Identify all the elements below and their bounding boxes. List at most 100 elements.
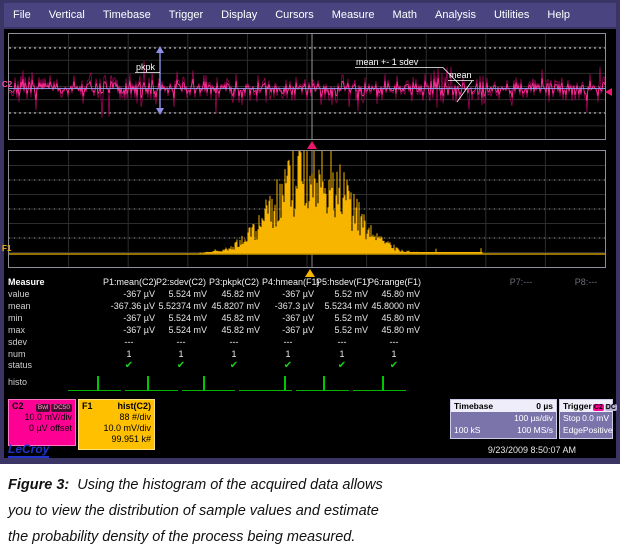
measure-row-label-status: status	[8, 360, 32, 370]
trigger-position-marker-icon[interactable]	[307, 141, 317, 149]
measure-cell-sdev-p1: ---	[103, 337, 155, 347]
svg-text:pkpk: pkpk	[136, 62, 156, 72]
c2-box-label: C2	[12, 401, 24, 412]
menu-item-display[interactable]: Display	[212, 9, 266, 21]
measure-cell-min-p6: 45.80 mV	[368, 313, 420, 323]
measure-cell-min-p1: -367 µV	[103, 313, 155, 323]
menu-item-help[interactable]: Help	[538, 9, 579, 21]
measure-cell-min-p3: 45.82 mV	[208, 313, 260, 323]
measure-row-label-histo: histo	[8, 377, 27, 387]
timebase-delay: 0 µs	[536, 401, 553, 411]
measure-column-header-p2: P2:sdev(C2)	[155, 277, 207, 287]
measure-cell-value-p5: 5.52 mV	[316, 289, 368, 299]
trigger-source-badge: C2	[593, 404, 604, 411]
histicon-p1	[68, 376, 121, 391]
c2-descriptor-box[interactable]: C2 BwlDC50 10.0 mV/div 0 µV offset	[8, 399, 76, 446]
trigger-mode: Stop	[563, 412, 581, 424]
menu-item-file[interactable]: File	[4, 9, 40, 21]
menu-item-trigger[interactable]: Trigger	[160, 9, 212, 21]
f1-events-div: 88 #/div	[82, 412, 151, 423]
measure-cell-min-p2: 5.524 mV	[155, 313, 207, 323]
trigger-title: Trigger	[563, 401, 592, 411]
trigger-box[interactable]: Trigger C2DC Stop 0.0 mV Edge Positive	[559, 399, 613, 439]
measure-cell-max-p4: -367 µV	[262, 325, 314, 335]
figure-caption-line3: the probability density of the process b…	[8, 524, 620, 548]
measure-cell-max-p5: 5.52 mV	[316, 325, 368, 335]
measure-row-label-max: max	[8, 325, 25, 335]
measure-cell-sdev-p6: ---	[368, 337, 420, 347]
c2-offset: 0 µV offset	[12, 423, 72, 434]
measure-column-header-p5: P5:hsdev(F1)	[316, 277, 368, 287]
figure-caption-line1: Using the histogram of the acquired data…	[77, 477, 382, 493]
status-check-icon-p1: ✔	[103, 360, 155, 371]
menu-item-timebase[interactable]: Timebase	[94, 9, 160, 21]
coupling-badge: DC50	[51, 404, 72, 412]
measure-cell-max-p3: 45.82 mV	[208, 325, 260, 335]
histicon-p2	[125, 376, 178, 391]
measure-cell-num-p1: 1	[103, 349, 155, 359]
timebase-box[interactable]: Timebase 0 µs 100 µs/div 100 kS 100 MS/s	[450, 399, 557, 439]
measure-column-header-p8: P8:---	[564, 277, 608, 287]
f1-descriptor-box[interactable]: F1 hist(C2) 88 #/div 10.0 mV/div 99.951 …	[78, 399, 155, 450]
c2-level-marker-icon[interactable]	[605, 88, 612, 96]
figure-caption-line2: you to view the distribution of sample v…	[8, 498, 620, 524]
measure-cell-mean-p4: -367.3 µV	[262, 301, 314, 311]
c2-noise-trace: pkpkmean +- 1 sdevmean	[9, 34, 605, 139]
menu-item-measure[interactable]: Measure	[323, 9, 384, 21]
measure-column-header-p1: P1:mean(C2)	[103, 277, 155, 287]
scope-screen: pkpkmean +- 1 sdevmean C2 F1 Measurevalu…	[4, 29, 616, 458]
measure-column-header-p4: P4:hmean(F1)	[262, 277, 314, 287]
menu-item-vertical[interactable]: Vertical	[40, 9, 94, 21]
measure-cell-sdev-p2: ---	[155, 337, 207, 347]
f1-box-function: hist(C2)	[118, 401, 152, 412]
measure-cell-value-p1: -367 µV	[103, 289, 155, 299]
measure-cell-num-p4: 1	[262, 349, 314, 359]
f1-channel-marker[interactable]: F1	[2, 244, 11, 253]
histicon-p3	[182, 376, 235, 391]
measure-cell-max-p2: 5.524 mV	[155, 325, 207, 335]
c2-box-badges: BwlDC50	[35, 401, 72, 412]
trigger-slope: Positive	[583, 424, 613, 436]
timestamp: 9/23/2009 8:50:07 AM	[488, 445, 576, 455]
status-check-icon-p5: ✔	[316, 360, 368, 371]
menu-item-utilities[interactable]: Utilities	[485, 9, 538, 21]
measure-cell-value-p3: 45.82 mV	[208, 289, 260, 299]
histicon-p4	[239, 376, 292, 391]
menu-item-cursors[interactable]: Cursors	[266, 9, 323, 21]
measure-cell-sdev-p5: ---	[316, 337, 368, 347]
measure-cell-value-p4: -367 µV	[262, 289, 314, 299]
screenshot-root: FileVerticalTimebaseTriggerDisplayCursor…	[0, 0, 620, 548]
status-check-icon-p2: ✔	[155, 360, 207, 371]
c2-waveform-grid[interactable]: pkpkmean +- 1 sdevmean	[8, 33, 606, 140]
measure-cell-mean-p2: 5.52374 mV	[155, 301, 207, 311]
measure-row-label-min: min	[8, 313, 23, 323]
trigger-coupling-badge: DC	[605, 404, 617, 411]
f1-histogram-trace	[9, 151, 605, 267]
c2-channel-marker[interactable]: C2	[2, 80, 12, 89]
f1-histogram-grid[interactable]	[8, 150, 606, 268]
timebase-samples: 100 kS	[454, 424, 480, 436]
measure-table-title: Measure	[8, 277, 45, 287]
measure-column-header-p7: P7:---	[499, 277, 543, 287]
f1-box-label: F1	[82, 401, 93, 412]
figure-caption: Figure 3:Using the histogram of the acqu…	[0, 464, 620, 548]
measure-cell-value-p6: 45.80 mV	[368, 289, 420, 299]
oscilloscope-window: FileVerticalTimebaseTriggerDisplayCursor…	[0, 0, 620, 464]
measure-cell-sdev-p4: ---	[262, 337, 314, 347]
measure-row-label-mean: mean	[8, 301, 31, 311]
measure-cell-num-p6: 1	[368, 349, 420, 359]
f1-population: 99.951 k#	[82, 434, 151, 445]
c2-vdiv: 10.0 mV/div	[12, 412, 72, 423]
measure-cell-max-p6: 45.80 mV	[368, 325, 420, 335]
menu-item-analysis[interactable]: Analysis	[426, 9, 485, 21]
menu-item-math[interactable]: Math	[384, 9, 426, 21]
measure-row-label-sdev: sdev	[8, 337, 27, 347]
measure-cell-value-p2: 5.524 mV	[155, 289, 207, 299]
measure-cell-mean-p5: 5.5234 mV	[316, 301, 368, 311]
svg-text:mean: mean	[449, 70, 472, 80]
trigger-level: 0.0 mV	[582, 412, 609, 424]
timebase-per-div: 100 µs/div	[514, 412, 553, 424]
measure-cell-min-p4: -367 µV	[262, 313, 314, 323]
status-check-icon-p4: ✔	[262, 360, 314, 371]
measure-cell-num-p3: 1	[208, 349, 260, 359]
